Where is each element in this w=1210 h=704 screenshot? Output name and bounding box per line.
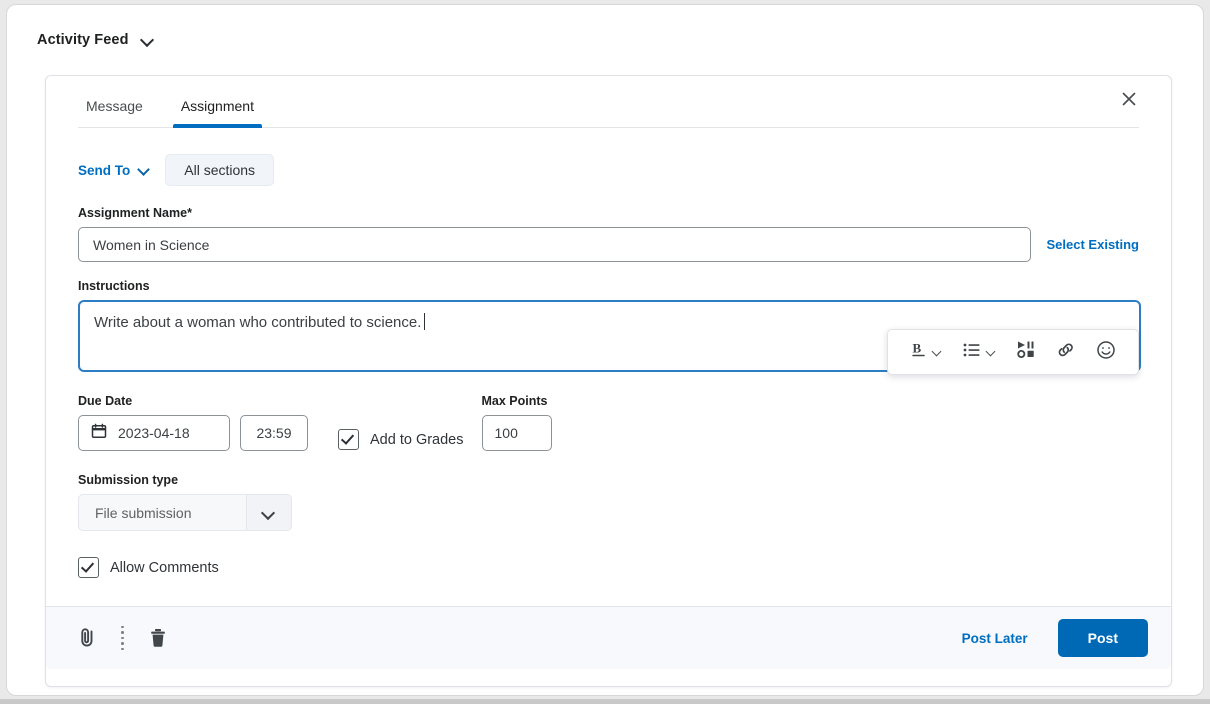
insert-media-button[interactable] — [1009, 336, 1044, 368]
post-button[interactable]: Post — [1057, 619, 1148, 657]
emoji-icon — [1096, 340, 1116, 365]
assignment-name-label-text: Assignment Name — [78, 206, 188, 220]
submission-type-label: Submission type — [78, 473, 179, 487]
paperclip-icon[interactable] — [74, 625, 100, 651]
tab-message[interactable]: Message — [78, 98, 151, 127]
activity-feed-header[interactable]: Activity Feed — [37, 32, 155, 48]
bulleted-list-icon — [963, 342, 981, 363]
close-icon[interactable] — [1117, 87, 1141, 111]
composer-footer: Post Later Post — [46, 606, 1171, 669]
bold-icon: B — [910, 340, 927, 364]
submission-type-group: Submission type File submission — [78, 473, 1139, 531]
post-later-button[interactable]: Post Later — [956, 630, 1034, 647]
add-to-grades-checkbox[interactable]: Add to Grades — [338, 429, 464, 450]
chevron-down-icon — [932, 347, 943, 358]
chevron-down-icon — [138, 164, 151, 177]
required-marker: * — [187, 206, 192, 220]
more-vertical-icon[interactable] — [119, 625, 126, 651]
allow-comments-label: Allow Comments — [110, 559, 219, 576]
send-to-row: Send To All sections — [78, 154, 1139, 186]
checkbox-checked-icon — [338, 429, 359, 450]
due-time-input[interactable] — [240, 415, 308, 451]
link-icon — [1056, 341, 1076, 364]
footer-actions — [74, 625, 171, 651]
insert-link-button[interactable] — [1048, 337, 1084, 368]
emoji-button[interactable] — [1088, 336, 1124, 369]
due-date-value: 2023-04-18 — [118, 425, 190, 441]
due-date-row: Due Date 2023-04-18 23:59 Add to Grades … — [78, 394, 1139, 451]
calendar-icon — [91, 423, 107, 444]
allow-comments-checkbox[interactable]: Allow Comments — [78, 557, 1139, 578]
max-points-input[interactable] — [481, 415, 552, 451]
send-to-label: Send To — [78, 162, 131, 178]
due-date-label: Due Date — [78, 394, 133, 408]
svg-text:B: B — [913, 341, 922, 356]
instructions-text: Write about a woman who contributed to s… — [94, 314, 422, 331]
chevron-down-glyph — [262, 506, 276, 520]
due-date-input[interactable]: 2023-04-18 — [78, 415, 230, 451]
insert-media-icon — [1017, 340, 1036, 364]
text-caret — [424, 313, 426, 330]
assignment-name-label: Assignment Name* — [78, 206, 1139, 220]
bulleted-list-button[interactable] — [955, 338, 1005, 367]
checkbox-checked-icon — [78, 557, 99, 578]
composer-tabs: Message Assignment — [78, 76, 1139, 128]
send-to-selection-pill[interactable]: All sections — [165, 154, 275, 186]
chevron-down-icon[interactable] — [246, 495, 291, 530]
due-date-group: Due Date 2023-04-18 — [78, 394, 230, 451]
tab-assignment[interactable]: Assignment — [172, 98, 263, 128]
assignment-name-input[interactable] — [78, 227, 1031, 262]
max-points-label: Max Points — [481, 394, 548, 408]
window-bottom-strip — [0, 699, 1210, 704]
rich-text-toolbar: B — [887, 329, 1139, 375]
max-points-group: Max Points — [481, 394, 552, 451]
send-to-button[interactable]: Send To — [78, 163, 151, 178]
chevron-down-icon[interactable] — [141, 33, 155, 47]
instructions-label: Instructions — [78, 279, 150, 293]
submission-type-value: File submission — [95, 504, 192, 521]
footer-primary-actions: Post Later Post — [956, 619, 1148, 657]
page-shell: Activity Feed Message Assignment Send To — [6, 4, 1204, 696]
add-to-grades-label: Add to Grades — [370, 431, 464, 448]
bold-button[interactable]: B — [902, 337, 951, 368]
page-title: Activity Feed — [37, 32, 129, 48]
assignment-name-row: Select Existing — [78, 227, 1139, 262]
select-existing-link[interactable]: Select Existing — [1047, 237, 1139, 252]
trash-icon[interactable] — [145, 625, 171, 651]
chevron-down-icon — [986, 347, 997, 358]
assignment-composer-card: Message Assignment Send To All sections … — [45, 75, 1172, 687]
composer-body: Send To All sections Assignment Name* Se… — [46, 128, 1171, 578]
submission-type-select[interactable]: File submission — [78, 494, 292, 531]
